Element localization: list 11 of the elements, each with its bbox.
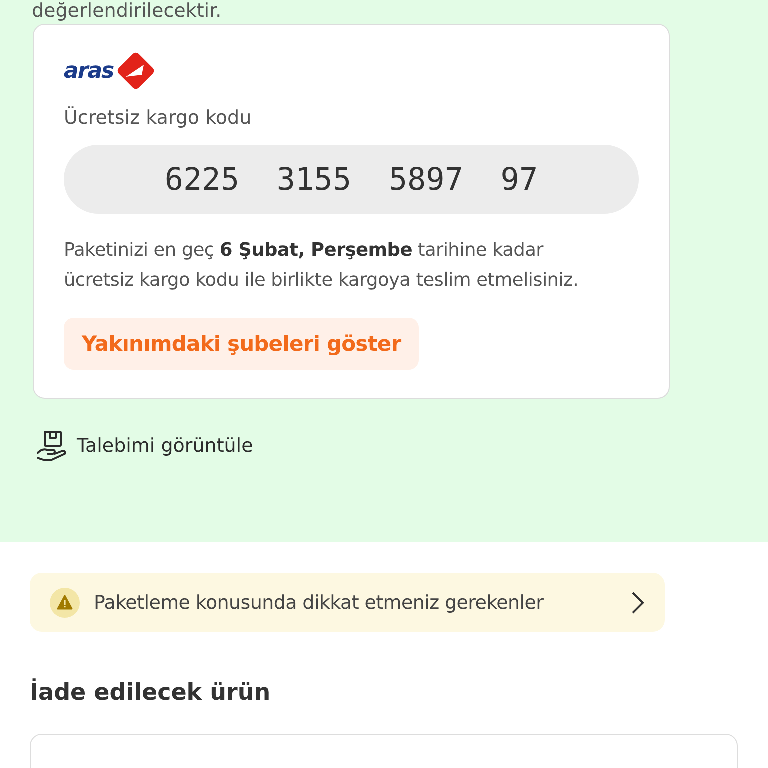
package-hand-icon	[35, 429, 69, 463]
cargo-code: 6225 3155 5897 97	[64, 145, 639, 214]
section-heading: İade edilecek ürün	[30, 680, 272, 706]
instruction-text: Paketinizi en geç 6 Şubat, Perşembe tarihine kadar ücretsiz kargo kodu ile birlikte kargoya teslim etmelisiniz.	[64, 239, 579, 293]
warning-icon	[50, 588, 80, 618]
code-label: Ücretsiz kargo kodu	[64, 107, 252, 129]
courier-logo: aras	[64, 49, 158, 93]
packaging-notice[interactable]: Paketleme konusunda dikkat etmeniz gerekenler	[30, 573, 665, 632]
view-request-link[interactable]: Talebimi görüntüle	[35, 429, 254, 463]
chevron-right-icon	[631, 590, 645, 614]
intro-text: değerlendirilecektir.	[31, 0, 223, 22]
